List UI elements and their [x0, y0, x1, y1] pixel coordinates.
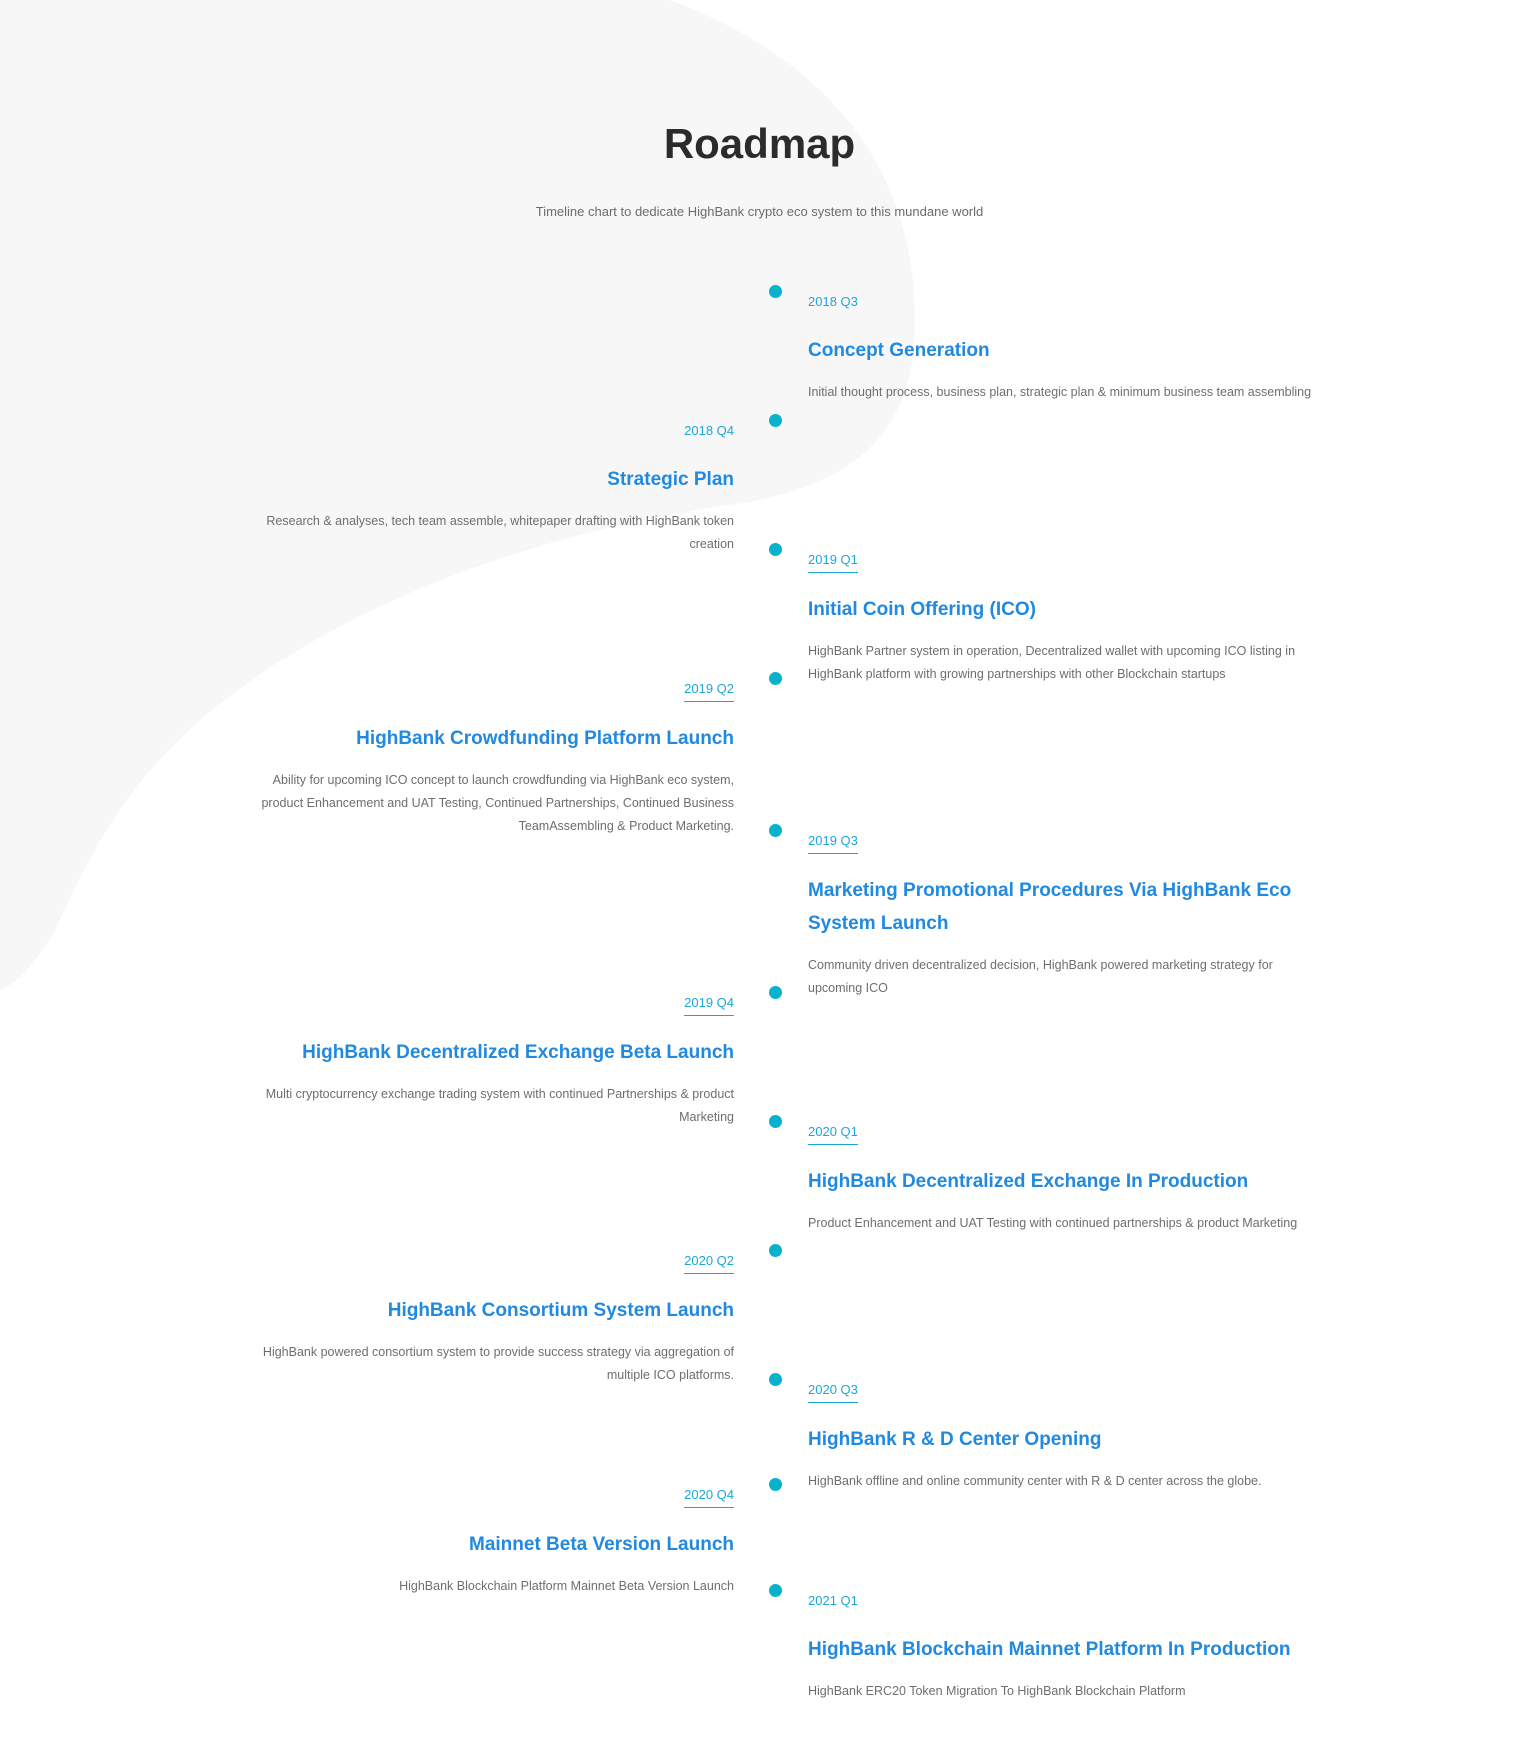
milestone-2018-q4: 2018 Q4 Strategic Plan Research & analys… [236, 422, 734, 556]
milestone-description: Initial thought process, business plan, … [808, 385, 1312, 399]
milestone-2021-q1: 2021 Q1 HighBank Blockchain Mainnet Plat… [808, 1592, 1328, 1703]
milestone-date: 2020 Q2 [684, 1254, 734, 1274]
page-title: Roadmap [663, 120, 856, 167]
milestone-date: 2021 Q1 [808, 1593, 858, 1608]
timeline-dot [769, 1115, 782, 1128]
timeline-dot [769, 1373, 782, 1386]
timeline-dot [769, 672, 782, 685]
milestone-2019-q3: 2019 Q3 Marketing Promotional Procedures… [808, 832, 1328, 1000]
milestone-description: HighBank Partner system in operation, De… [808, 644, 1296, 681]
milestone-2019-q1: 2019 Q1 Initial Coin Offering (ICO) High… [808, 551, 1328, 686]
milestone-description: HighBank Blockchain Platform Mainnet Bet… [399, 1579, 734, 1593]
milestone-title: HighBank Decentralized Exchange In Produ… [808, 1171, 1249, 1192]
timeline-dot [769, 1478, 782, 1491]
milestone-description: Ability for upcoming ICO concept to laun… [261, 773, 734, 833]
page-subtitle: Timeline chart to dedicate HighBank cryp… [535, 204, 984, 219]
timeline-dot [769, 986, 782, 999]
milestone-2020-q1: 2020 Q1 HighBank Decentralized Exchange … [808, 1123, 1328, 1235]
milestone-title: HighBank Consortium System Launch [387, 1300, 734, 1321]
milestone-2020-q4: 2020 Q4 Mainnet Beta Version Launch High… [236, 1486, 734, 1598]
timeline-dot [769, 414, 782, 427]
milestone-2020-q3: 2020 Q3 HighBank R & D Center Opening Hi… [808, 1381, 1328, 1493]
milestone-date: 2018 Q3 [808, 294, 858, 309]
timeline-dot [769, 1584, 782, 1597]
timeline-dot [769, 824, 782, 837]
milestone-description: Research & analyses, tech team assemble,… [266, 514, 734, 551]
milestone-title: Mainnet Beta Version Launch [469, 1534, 734, 1555]
milestone-title: Marketing Promotional Procedures Via Hig… [808, 880, 1292, 934]
milestone-title: HighBank Decentralized Exchange Beta Lau… [302, 1042, 734, 1063]
milestone-date: 2019 Q4 [684, 996, 734, 1016]
milestone-date: 2019 Q2 [684, 682, 734, 702]
milestone-description: HighBank powered consortium system to pr… [262, 1345, 734, 1382]
milestone-2019-q4: 2019 Q4 HighBank Decentralized Exchange … [236, 994, 734, 1129]
milestone-description: Product Enhancement and UAT Testing with… [808, 1216, 1298, 1230]
milestone-title: HighBank R & D Center Opening [808, 1429, 1102, 1450]
timeline-dot [769, 543, 782, 556]
milestone-2019-q2: 2019 Q2 HighBank Crowdfunding Platform L… [236, 680, 734, 838]
milestone-2020-q2: 2020 Q2 HighBank Consortium System Launc… [236, 1252, 734, 1387]
milestone-date: 2020 Q3 [808, 1383, 858, 1403]
milestone-description: Multi cryptocurrency exchange trading sy… [265, 1087, 734, 1124]
milestone-title: HighBank Crowdfunding Platform Launch [356, 728, 734, 749]
milestone-description: Community driven decentralized decision,… [808, 958, 1273, 995]
milestone-date: 2019 Q1 [808, 553, 858, 573]
milestone-date: 2019 Q3 [808, 834, 858, 854]
milestone-description: HighBank offline and online community ce… [808, 1474, 1262, 1488]
milestone-date: 2020 Q4 [684, 1488, 734, 1508]
milestone-title: Concept Generation [808, 340, 990, 361]
timeline-dot [769, 285, 782, 298]
milestone-title: Initial Coin Offering (ICO) [808, 599, 1036, 620]
milestone-date: 2020 Q1 [808, 1125, 858, 1145]
milestone-2018-q3: 2018 Q3 Concept Generation Initial thoug… [808, 293, 1328, 404]
timeline-dot [769, 1244, 782, 1257]
milestone-description: HighBank ERC20 Token Migration To HighBa… [808, 1684, 1186, 1698]
milestone-title: Strategic Plan [607, 469, 734, 490]
milestone-title: HighBank Blockchain Mainnet Platform In … [808, 1639, 1291, 1660]
milestone-date: 2018 Q4 [684, 423, 734, 438]
